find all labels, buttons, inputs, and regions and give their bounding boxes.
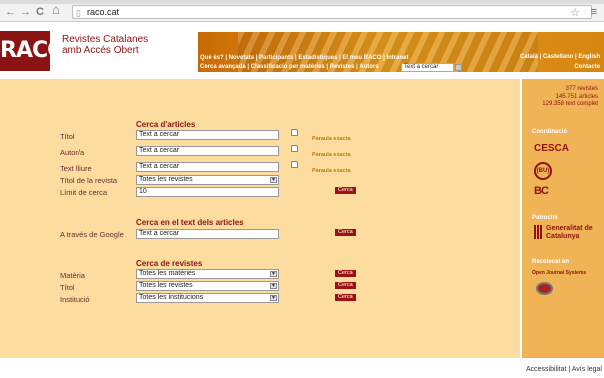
contact-link[interactable]: Contacte — [574, 64, 600, 70]
forward-icon[interactable]: → — [20, 7, 31, 18]
limit-input[interactable]: 10 — [136, 187, 279, 197]
brand-line-2: amb Accés Obert — [62, 45, 139, 56]
header-search-input[interactable]: Text a cercar — [401, 63, 454, 72]
journal-title-label: Títol de la revista — [60, 176, 118, 185]
page-icon: ▯ — [76, 8, 81, 18]
author-exact-label: Paraula exacta — [312, 152, 351, 158]
home-icon[interactable]: ⌂ — [52, 3, 60, 16]
brand-name: Revistes Catalanes amb Accés Obert — [62, 34, 148, 56]
subject-search-button[interactable]: Cerca — [335, 270, 356, 277]
institution-label: Institució — [60, 295, 90, 304]
institution-search-button[interactable]: Cerca — [335, 294, 356, 301]
language-selector[interactable]: Català | Castellano | English — [520, 54, 600, 60]
bookmark-star-icon[interactable]: ☆ — [570, 6, 580, 19]
back-icon[interactable]: ← — [5, 7, 16, 18]
subject-label: Matèria — [60, 271, 86, 280]
chevron-down-icon: ▼ — [270, 177, 277, 183]
journal-search-button[interactable]: Cerca — [335, 282, 356, 289]
stat-fulltext: 129.358 text complet — [542, 101, 598, 107]
article-search-button[interactable]: Cerca — [335, 187, 356, 194]
browser-toolbar: ← → C ⌂ ▯ raco.cat ☆ ≡ — [0, 0, 604, 22]
journal-select[interactable]: Totes les revistes ▼ — [136, 281, 279, 291]
freetext-label: Text lliure — [60, 164, 92, 173]
institution-select[interactable]: Totes les institucions ▼ — [136, 293, 279, 303]
stats-box: 377 revistes 145.751 articles 129.358 te… — [542, 86, 598, 109]
header-search-button[interactable] — [455, 64, 462, 71]
chevron-down-icon: ▼ — [270, 271, 277, 277]
raco-logo[interactable]: RACO — [0, 31, 66, 71]
chevron-down-icon: ▼ — [270, 295, 277, 301]
search-panel — [0, 79, 520, 358]
subject-value: Totes les matèries — [139, 270, 196, 277]
freetext-input[interactable]: Text a cercar — [136, 162, 279, 172]
google-label: A través de Google — [60, 230, 124, 239]
stat-journals: 377 revistes — [565, 86, 598, 92]
journal-value: Totes les revistes — [139, 282, 193, 289]
subject-select[interactable]: Totes les matèries ▼ — [136, 269, 279, 279]
author-label: Autor/a — [60, 148, 85, 157]
article-search-title: Cerca d'articles — [136, 120, 196, 129]
bc-logo[interactable]: BC — [534, 185, 549, 197]
brand-line-1: Revistes Catalanes — [62, 34, 149, 45]
menu-icon[interactable]: ≡ — [591, 6, 597, 18]
generalitat-logo[interactable]: Generalitat de Catalunya — [546, 225, 602, 241]
cesca-logo[interactable]: CESCA — [534, 143, 569, 154]
chevron-down-icon: ▼ — [270, 283, 277, 289]
freetext-exact-checkbox[interactable] — [291, 161, 298, 168]
footer-links[interactable]: Accessibilitat | Avís legal — [526, 366, 602, 373]
sponsor-title: Patrocini — [532, 215, 558, 221]
author-exact-checkbox[interactable] — [291, 145, 298, 152]
generalitat-flag-icon — [534, 225, 542, 239]
stat-articles: 145.751 articles — [555, 93, 598, 100]
reload-icon[interactable]: C — [36, 7, 44, 18]
title-input[interactable]: Text a cercar — [136, 130, 279, 140]
top-navigation[interactable]: Què és? | Novetats | Participants | Esta… — [200, 55, 408, 61]
address-bar[interactable]: ▯ raco.cat — [72, 5, 592, 19]
google-search-button[interactable]: Cerca — [335, 229, 356, 236]
harvest-title: Recolecat en — [532, 259, 570, 265]
institution-value: Totes les institucions — [139, 294, 204, 301]
journal-search-title: Cerca de revistes — [136, 259, 203, 268]
bu-logo[interactable]: (BU) — [534, 162, 552, 180]
journal-title-select[interactable]: Totes les revistes ▼ — [136, 175, 279, 185]
ojs-eye-icon[interactable] — [536, 282, 553, 295]
freetext-exact-label: Paraula exacta — [312, 168, 351, 174]
author-input[interactable]: Text a cercar — [136, 146, 279, 156]
fulltext-search-title: Cerca en el text dels articles — [136, 218, 244, 227]
limit-label: Límit de cerca — [60, 188, 108, 197]
sub-navigation[interactable]: Cerca avançada | Classificació per matèr… — [200, 64, 379, 70]
title-label: Títol — [60, 132, 75, 141]
title-exact-checkbox[interactable] — [291, 129, 298, 136]
url-text: raco.cat — [87, 7, 120, 17]
title-exact-label: Paraula exacta — [312, 136, 351, 142]
google-input[interactable]: Text a cercar — [136, 229, 279, 239]
journal-title-value: Totes les revistes — [139, 176, 193, 183]
ojs-label[interactable]: Open Journal Systems — [532, 270, 586, 276]
tab-strip — [0, 0, 604, 4]
coordination-title: Coordinació — [532, 129, 568, 135]
journal-label: Títol — [60, 283, 75, 292]
